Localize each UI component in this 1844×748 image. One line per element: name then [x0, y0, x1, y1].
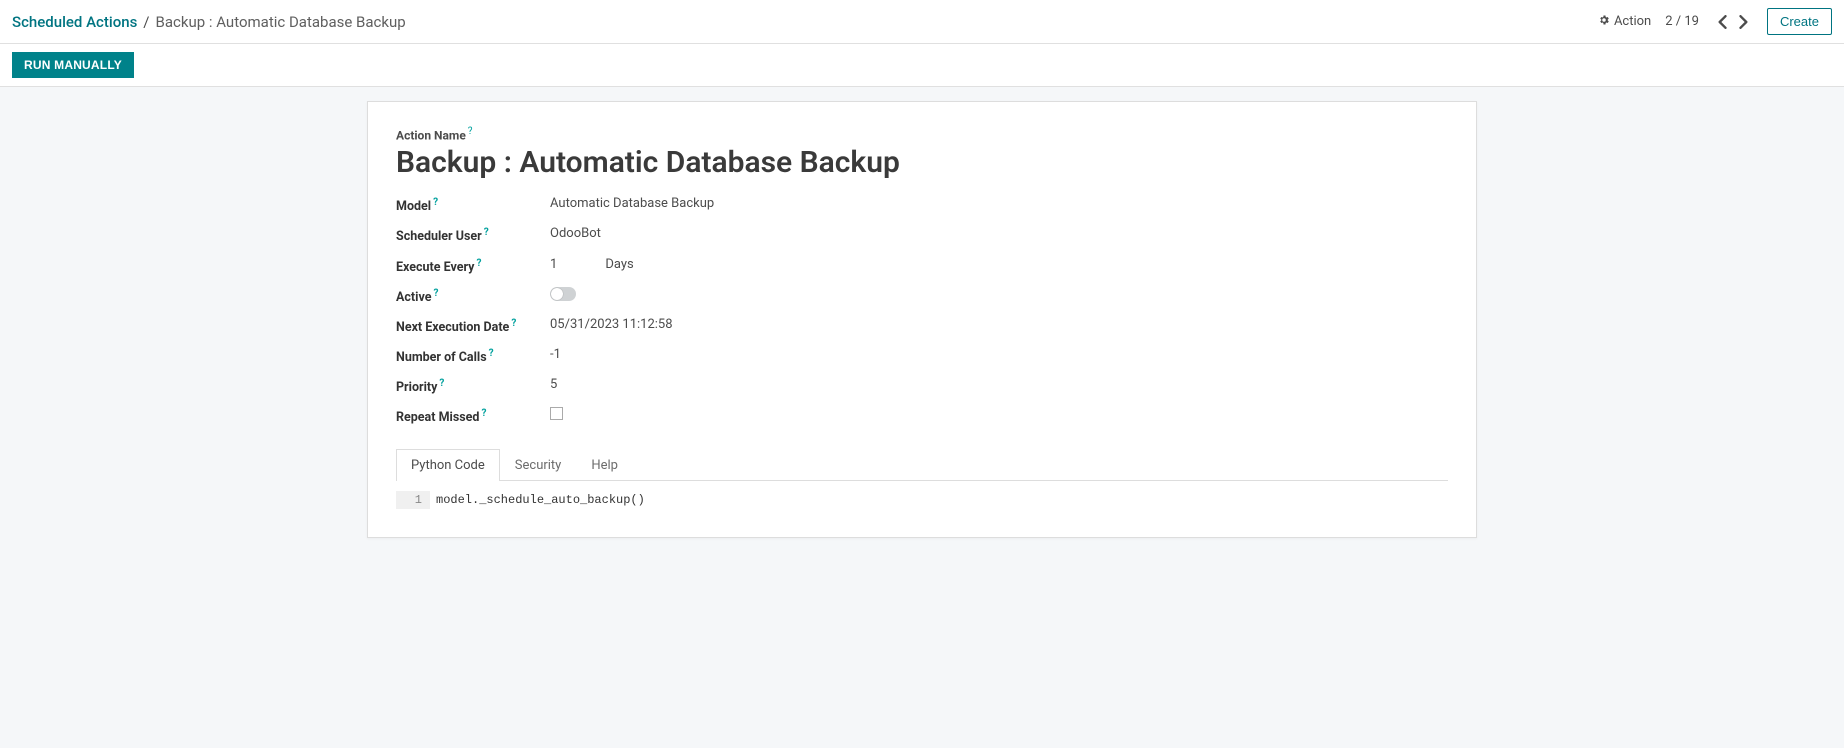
- create-button[interactable]: Create: [1767, 8, 1832, 35]
- toggle-knob-icon: [551, 288, 563, 300]
- help-icon[interactable]: ?: [484, 227, 489, 238]
- code-gutter: 1: [396, 491, 430, 509]
- notebook-tabs: Python Code Security Help: [396, 448, 1448, 481]
- model-label-text: Model: [396, 199, 431, 214]
- priority-label: Priority?: [396, 377, 546, 395]
- help-icon[interactable]: ?: [439, 378, 444, 389]
- repeat-missed-label: Repeat Missed?: [396, 407, 546, 425]
- next-execution-label: Next Execution Date?: [396, 317, 546, 335]
- breadcrumb-separator: /: [143, 13, 149, 31]
- pager-prev-button[interactable]: [1713, 13, 1731, 31]
- help-icon[interactable]: ?: [433, 197, 438, 208]
- gear-icon: [1598, 14, 1610, 30]
- help-icon[interactable]: ?: [511, 318, 516, 329]
- action-dropdown-label: Action: [1614, 14, 1651, 29]
- pager-next-button[interactable]: [1735, 13, 1753, 31]
- next-execution-value[interactable]: 05/31/2023 11:12:58: [550, 317, 1016, 335]
- repeat-missed-checkbox[interactable]: [550, 407, 563, 420]
- execute-every-unit[interactable]: Days: [605, 257, 633, 275]
- form-sheet: Action Name? Backup : Automatic Database…: [367, 101, 1477, 538]
- action-name-value[interactable]: Backup : Automatic Database Backup: [396, 145, 1448, 180]
- help-icon[interactable]: ?: [468, 126, 473, 137]
- breadcrumb-root-link[interactable]: Scheduled Actions: [12, 13, 137, 31]
- active-value: [550, 287, 1016, 305]
- breadcrumb: Scheduled Actions / Backup : Automatic D…: [12, 13, 1598, 31]
- number-of-calls-label: Number of Calls?: [396, 347, 546, 365]
- tab-help[interactable]: Help: [576, 449, 633, 481]
- top-bar: Scheduled Actions / Backup : Automatic D…: [0, 0, 1844, 44]
- pager-arrows: [1713, 13, 1753, 31]
- active-label-text: Active: [396, 290, 431, 305]
- scheduler-user-label: Scheduler User?: [396, 226, 546, 244]
- status-bar: RUN MANUALLY: [0, 44, 1844, 87]
- active-label: Active?: [396, 287, 546, 305]
- tab-python-code[interactable]: Python Code: [396, 449, 500, 481]
- python-code-editor[interactable]: 1 model._schedule_auto_backup(): [396, 491, 1448, 509]
- action-dropdown[interactable]: Action: [1598, 14, 1651, 30]
- form-grid: Model? Automatic Database Backup Schedul…: [396, 196, 1016, 425]
- repeat-missed-value: [550, 407, 1016, 425]
- help-icon[interactable]: ?: [476, 258, 481, 269]
- tab-security[interactable]: Security: [500, 449, 577, 481]
- help-icon[interactable]: ?: [481, 408, 486, 419]
- scheduler-user-label-text: Scheduler User: [396, 230, 482, 245]
- scheduler-user-value[interactable]: OdooBot: [550, 226, 1016, 244]
- chevron-right-icon: [1739, 15, 1749, 29]
- execute-every-label: Execute Every?: [396, 257, 546, 275]
- action-name-label: Action Name: [396, 128, 466, 142]
- help-icon[interactable]: ?: [433, 288, 438, 299]
- repeat-missed-label-text: Repeat Missed: [396, 411, 479, 426]
- next-execution-label-text: Next Execution Date: [396, 320, 509, 335]
- model-label: Model?: [396, 196, 546, 214]
- code-line[interactable]: model._schedule_auto_backup(): [430, 491, 645, 509]
- priority-value[interactable]: 5: [550, 377, 1016, 395]
- action-name-group: Action Name? Backup : Automatic Database…: [396, 126, 1448, 180]
- active-toggle[interactable]: [550, 287, 576, 301]
- execute-every-label-text: Execute Every: [396, 260, 474, 275]
- help-icon[interactable]: ?: [489, 348, 494, 359]
- number-of-calls-value[interactable]: -1: [550, 347, 1016, 365]
- top-actions: Action 2 / 19 Create: [1598, 8, 1832, 35]
- run-manually-button[interactable]: RUN MANUALLY: [12, 52, 134, 78]
- number-of-calls-label-text: Number of Calls: [396, 350, 487, 365]
- model-value[interactable]: Automatic Database Backup: [550, 196, 1016, 214]
- pager-counter[interactable]: 2 / 19: [1665, 14, 1699, 29]
- content-area: Action Name? Backup : Automatic Database…: [0, 87, 1844, 748]
- breadcrumb-current: Backup : Automatic Database Backup: [156, 13, 406, 31]
- execute-every-number[interactable]: 1: [550, 257, 557, 275]
- priority-label-text: Priority: [396, 380, 437, 395]
- execute-every-value: 1 Days: [550, 257, 1016, 275]
- chevron-left-icon: [1717, 15, 1727, 29]
